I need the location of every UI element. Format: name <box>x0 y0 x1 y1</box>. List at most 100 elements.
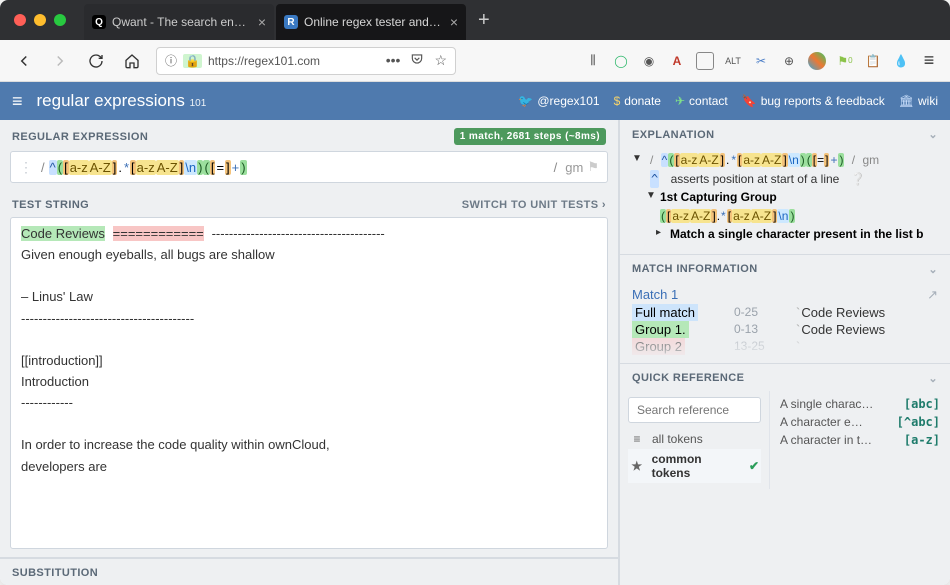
teststring-input[interactable]: Code Reviews ============ --------------… <box>10 217 608 549</box>
regex-token: A-Z <box>156 160 179 175</box>
browser-toolbar: ⓘ 🔒 https://regex101.com ••• ☆ ⫼ ◯ ◉ A A… <box>0 40 950 82</box>
ext-icon[interactable]: ALT <box>724 52 742 70</box>
regex-flags[interactable]: / gm ⚑ <box>550 159 599 175</box>
panel-title: EXPLANATION <box>632 129 714 141</box>
chevron-down-icon[interactable]: ⌄ <box>928 128 938 141</box>
ext-icon[interactable]: ◯ <box>612 52 630 70</box>
regex-token: * <box>123 160 130 175</box>
regex-input[interactable]: ⋮ / ^([a-zA-Z].*[a-zA-Z]\n)([=]+) / gm ⚑ <box>10 151 608 183</box>
regex-token: ^ <box>49 160 57 175</box>
url-bar[interactable]: ⓘ 🔒 https://regex101.com ••• ☆ <box>156 47 456 75</box>
panel-title: QUICK REFERENCE <box>632 372 744 384</box>
ext-icon[interactable]: ⚑0 <box>836 52 854 70</box>
new-tab-button[interactable]: + <box>468 0 500 40</box>
left-pane: REGULAR EXPRESSION 1 match, 2681 steps (… <box>0 120 620 585</box>
bookmark-icon[interactable]: ☆ <box>434 52 447 69</box>
panel-title: MATCH INFORMATION <box>632 263 758 275</box>
flags-icon[interactable]: ⚑ <box>587 159 599 175</box>
matchinfo-body: Match 1↗ Full match0-25Code Reviews Grou… <box>620 282 950 363</box>
content-area: REGULAR EXPRESSION 1 match, 2681 steps (… <box>0 120 950 585</box>
ext-icon[interactable]: ◉ <box>640 52 658 70</box>
maximize-window-button[interactable] <box>54 14 66 26</box>
ext-icon[interactable]: 💧 <box>892 52 910 70</box>
quickref-token[interactable]: A character e…[^abc] <box>780 413 940 431</box>
url-text: https://regex101.com <box>208 54 320 68</box>
section-title: TEST STRING <box>12 199 89 211</box>
section-title: REGULAR EXPRESSION <box>12 131 148 143</box>
titlebar: Q Qwant - The search engine tha × R Onli… <box>0 0 950 40</box>
brand-logo[interactable]: regular expressions 101 <box>37 91 207 111</box>
substitution-section-head[interactable]: SUBSTITUTION <box>0 557 618 585</box>
app-header: ≡ regular expressions 101 🐦@regex101 $do… <box>0 82 950 120</box>
page-actions-icon[interactable]: ••• <box>386 52 401 69</box>
reload-button[interactable] <box>84 49 108 73</box>
window-controls <box>14 0 66 40</box>
explanation-head[interactable]: EXPLANATION ⌄ <box>620 120 950 147</box>
info-icon[interactable]: ⓘ <box>165 52 177 69</box>
menu-button[interactable]: ≡ <box>12 91 23 112</box>
chevron-down-icon[interactable]: ⌄ <box>928 263 938 276</box>
list-icon: ≡ <box>630 432 644 446</box>
quickref-token[interactable]: A character in t…[a-z] <box>780 431 940 449</box>
matchinfo-head[interactable]: MATCH INFORMATION ⌄ <box>620 254 950 282</box>
regex-token: + <box>231 160 241 175</box>
regex-delimiter: / <box>37 160 49 175</box>
tab-title: Qwant - The search engine tha <box>112 15 252 29</box>
contact-link[interactable]: ✈contact <box>675 94 728 108</box>
right-pane: EXPLANATION ⌄ ▼ / ^([a-zA-Z].*[a-zA-Z]\n… <box>620 120 950 585</box>
bugs-link[interactable]: 🔖bug reports & feedback <box>742 94 885 108</box>
regex-token: ( <box>203 160 209 175</box>
regex-token: a-z <box>69 160 89 175</box>
favicon-qwant: Q <box>92 15 106 29</box>
section-title: SUBSTITUTION <box>12 567 98 579</box>
close-tab-icon[interactable]: × <box>450 15 458 29</box>
drag-handle-icon[interactable]: ⋮ <box>19 159 33 176</box>
share-icon[interactable]: ↗ <box>927 287 938 303</box>
twitter-link[interactable]: 🐦@regex101 <box>518 94 599 108</box>
regex-token: = <box>215 160 225 175</box>
tab-title: Online regex tester and debugg <box>304 15 444 29</box>
wiki-link[interactable]: 🏛wiki <box>899 94 938 108</box>
browser-tab[interactable]: Q Qwant - The search engine tha × <box>84 4 274 40</box>
ext-icon[interactable]: 📋 <box>864 52 882 70</box>
donate-link[interactable]: $donate <box>614 94 661 108</box>
status-badge: 1 match, 2681 steps (~8ms) <box>454 128 606 145</box>
dollar-icon: $ <box>614 94 621 108</box>
regex-token: [ <box>63 160 69 175</box>
regex-token: [ <box>130 160 136 175</box>
ext-icon[interactable] <box>808 52 826 70</box>
regex-section-head: REGULAR EXPRESSION 1 match, 2681 steps (… <box>0 120 618 151</box>
switch-unit-tests-link[interactable]: SWITCH TO UNIT TESTS › <box>462 199 606 211</box>
ext-icon[interactable]: ⊕ <box>780 52 798 70</box>
chevron-down-icon[interactable]: ⌄ <box>928 372 938 385</box>
lock-icon[interactable]: 🔒 <box>183 54 202 68</box>
extensions-bar: ⫼ ◯ ◉ A ALT ✂ ⊕ ⚑0 📋 💧 ≡ <box>584 52 938 70</box>
quickref-token[interactable]: A single charac…[abc] <box>780 395 940 413</box>
regex-token: A-Z <box>89 160 112 175</box>
quickref-category[interactable]: ★common tokens✔ <box>628 449 761 483</box>
ext-icon[interactable]: ✂ <box>752 52 770 70</box>
close-tab-icon[interactable]: × <box>258 15 266 29</box>
quickref-tokens: A single charac…[abc] A character e…[^ab… <box>770 391 950 489</box>
ext-icon[interactable] <box>696 52 714 70</box>
quickref-head[interactable]: QUICK REFERENCE ⌄ <box>620 363 950 391</box>
search-input[interactable] <box>628 397 761 423</box>
minimize-window-button[interactable] <box>34 14 46 26</box>
help-icon[interactable]: ❔ <box>851 170 866 189</box>
home-button[interactable] <box>120 49 144 73</box>
browser-window: Q Qwant - The search engine tha × R Onli… <box>0 0 950 585</box>
menu-icon[interactable]: ≡ <box>920 52 938 70</box>
explanation-body: ▼ / ^([a-zA-Z].*[a-zA-Z]\n)([=]+) / gm ^… <box>620 147 950 254</box>
library-icon[interactable]: ⫼ <box>584 52 602 70</box>
quickref-category[interactable]: ≡all tokens <box>628 429 761 449</box>
check-icon: ✔ <box>749 459 759 473</box>
forward-button[interactable] <box>48 49 72 73</box>
close-window-button[interactable] <box>14 14 26 26</box>
pocket-icon[interactable] <box>410 52 424 69</box>
regex-token: a-z <box>136 160 156 175</box>
quickref-categories: ≡all tokens ★common tokens✔ <box>620 391 770 489</box>
favicon-regex101: R <box>284 15 298 29</box>
browser-tab-active[interactable]: R Online regex tester and debugg × <box>276 4 466 40</box>
back-button[interactable] <box>12 49 36 73</box>
ext-icon[interactable]: A <box>668 52 686 70</box>
